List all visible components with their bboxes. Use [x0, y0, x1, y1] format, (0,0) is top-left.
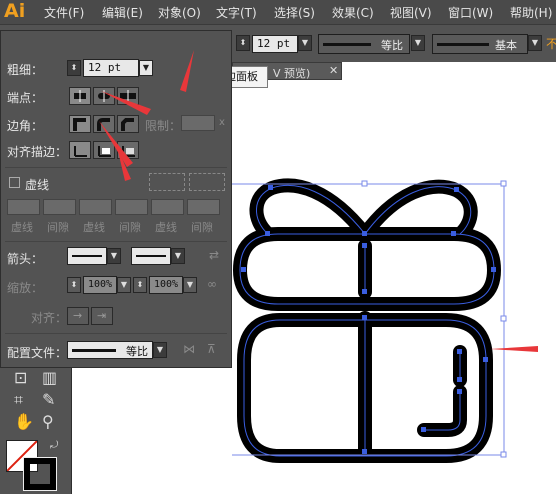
stroke-weight-field[interactable]: 12 pt — [252, 35, 298, 53]
menu-select[interactable]: 选择(S) — [274, 4, 315, 21]
stroke-icon[interactable] — [23, 457, 57, 491]
zoom-icon[interactable]: ⚲ — [42, 412, 54, 431]
menu-bar: Ai 文件(F) 编辑(E) 对象(O) 文字(T) 选择(S) 效果(C) 视… — [0, 0, 556, 24]
menu-edit[interactable]: 编辑(E) — [102, 4, 143, 21]
weight-stepper[interactable]: ⬍ — [236, 35, 250, 51]
menu-window[interactable]: 窗口(W) — [448, 4, 493, 21]
weight-dropdown[interactable]: ▼ — [298, 35, 312, 51]
menu-help[interactable]: 帮助(H) — [510, 4, 552, 21]
brush-dropdown[interactable]: ▼ — [528, 35, 542, 51]
app-logo: Ai — [4, 0, 26, 22]
variable-width-profile[interactable]: 等比 — [318, 34, 410, 54]
menu-type[interactable]: 文字(T) — [216, 4, 257, 21]
menu-object[interactable]: 对象(O) — [158, 4, 201, 21]
brush-definition[interactable]: 基本 — [432, 34, 528, 54]
annotation-arrow — [490, 346, 538, 352]
hand-icon[interactable]: ✋ — [14, 412, 34, 431]
profile-label: 等比 — [381, 39, 403, 52]
swap-fill-stroke-icon[interactable]: ⤾ — [50, 440, 58, 451]
transform-tool-icon[interactable]: ⊡ — [14, 368, 27, 387]
overflow-label: 不 — [546, 37, 556, 51]
menu-file[interactable]: 文件(F) — [44, 4, 84, 21]
menu-view[interactable]: 视图(V) — [390, 4, 432, 21]
doc-tab-label: V 预览) — [273, 67, 311, 80]
artboard-tool-icon[interactable]: ⌗ — [14, 390, 23, 410]
profile-dropdown[interactable]: ▼ — [411, 35, 425, 51]
toolbox: ⊡ ▥ ⌗ ✎ ✋ ⚲ ⤾ — [0, 368, 72, 494]
brush-label: 基本 — [495, 39, 517, 52]
menu-effect[interactable]: 效果(C) — [332, 4, 374, 21]
annotation-arrows-top — [180, 50, 194, 92]
slice-tool-icon[interactable]: ✎ — [42, 390, 55, 409]
chart-tool-icon[interactable]: ▥ — [42, 368, 57, 387]
close-icon[interactable]: ✕ — [329, 64, 338, 77]
gift-artwork[interactable] — [232, 62, 556, 494]
canvas[interactable] — [232, 62, 556, 494]
